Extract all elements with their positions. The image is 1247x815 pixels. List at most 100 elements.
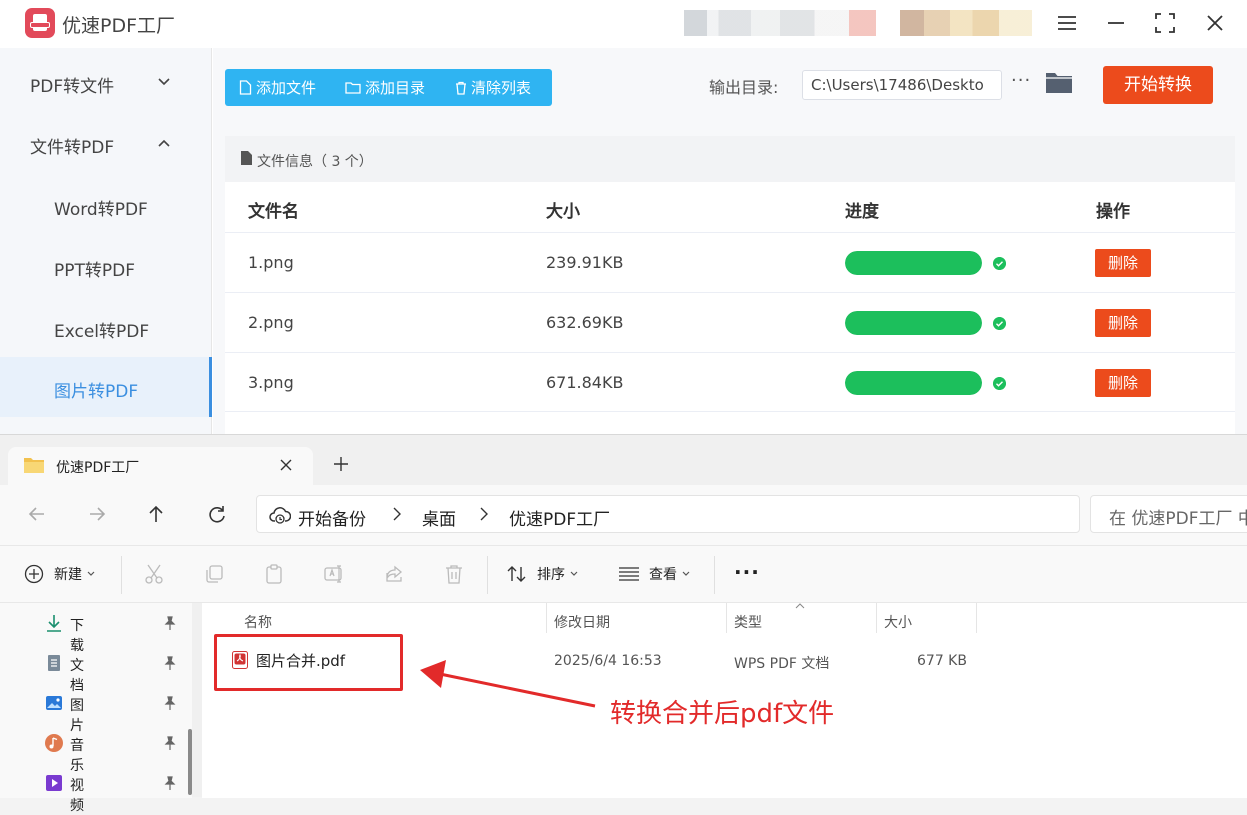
highlight-box — [214, 634, 403, 691]
share-icon[interactable] — [383, 563, 405, 585]
pin-icon[interactable] — [164, 616, 176, 630]
sidebar-item-excel-to-pdf[interactable]: Excel转PDF — [0, 298, 212, 358]
documents-icon — [48, 655, 60, 671]
blurred-user-info — [684, 10, 876, 36]
tab-title: 优速PDF工厂 — [56, 460, 140, 476]
scrollbar[interactable] — [188, 729, 192, 795]
delete-button[interactable]: 删除 — [1095, 249, 1151, 277]
pin-icon[interactable] — [164, 656, 176, 670]
column-header-size: 大小 — [546, 202, 580, 222]
rename-icon[interactable] — [323, 563, 345, 585]
file-size-cell: 671.84KB — [546, 373, 624, 392]
progress-fill — [845, 251, 982, 275]
add-directory-label: 添加目录 — [365, 79, 426, 97]
file-name-cell: 1.png — [248, 253, 294, 272]
divider — [714, 556, 715, 594]
column-header-size[interactable]: 大小 — [884, 612, 912, 632]
delete-icon[interactable] — [443, 563, 465, 585]
main-panel: 添加文件 添加目录 清除列表 输出目录: C:\Users\17486\Desk… — [213, 48, 1247, 440]
app-logo-icon — [25, 8, 55, 38]
converter-app-window: 优速PDF工厂 PDF转文件 文件转PDF Word转PDF PPT转PDF E… — [0, 0, 1247, 440]
sidebar-item-pdf-to-file[interactable]: PDF转文件 — [0, 54, 212, 114]
breadcrumb-desktop[interactable]: 桌面 — [422, 505, 456, 530]
close-icon[interactable] — [1200, 8, 1230, 38]
view-label: 查看 — [649, 567, 677, 583]
maximize-icon[interactable] — [1150, 8, 1180, 38]
sort-button[interactable]: 排序 — [506, 564, 579, 584]
pin-icon[interactable] — [164, 776, 176, 790]
delete-button[interactable]: 删除 — [1095, 309, 1151, 337]
chevron-down-icon — [158, 78, 170, 86]
new-button[interactable]: 新建 — [24, 564, 96, 584]
pin-icon[interactable] — [164, 696, 176, 710]
title-bar: 优速PDF工厂 — [0, 0, 1247, 48]
search-input[interactable]: 在 优速PDF工厂 中 — [1090, 495, 1247, 533]
file-size: 677 KB — [917, 653, 967, 669]
copy-icon[interactable] — [203, 563, 225, 585]
trash-icon — [456, 81, 466, 95]
column-header-modified[interactable]: 修改日期 — [554, 612, 610, 632]
address-bar[interactable]: 开始备份 桌面 优速PDF工厂 — [256, 495, 1080, 533]
forward-icon[interactable] — [86, 503, 108, 525]
view-button[interactable]: 查看 — [618, 564, 691, 584]
delete-button[interactable]: 删除 — [1095, 369, 1151, 397]
quick-access-label: 文档 — [70, 658, 84, 694]
annotation-label: 转换合并后pdf文件 — [610, 699, 835, 729]
check-circle-icon — [993, 257, 1006, 270]
menu-icon[interactable] — [1052, 8, 1082, 38]
check-circle-icon — [993, 377, 1006, 390]
column-header-name[interactable]: 名称 — [244, 612, 272, 632]
sidebar-item-word-to-pdf[interactable]: Word转PDF — [0, 176, 212, 236]
refresh-icon[interactable] — [206, 503, 228, 525]
breadcrumb-folder[interactable]: 优速PDF工厂 — [509, 505, 610, 530]
check-circle-icon — [993, 317, 1006, 330]
explorer-tab[interactable]: 优速PDF工厂 — [8, 447, 313, 485]
new-label: 新建 — [54, 567, 82, 583]
add-directory-button[interactable]: 添加目录 — [345, 69, 425, 106]
breadcrumb-backup[interactable]: 开始备份 — [298, 505, 366, 530]
clear-list-button[interactable]: 清除列表 — [455, 69, 531, 106]
progress-fill — [845, 371, 982, 395]
cut-icon[interactable] — [143, 563, 165, 585]
sidebar-item-ppt-to-pdf[interactable]: PPT转PDF — [0, 237, 212, 297]
output-directory-field[interactable]: C:\Users\17486\Deskto — [802, 70, 1002, 100]
chevron-right-icon — [480, 507, 488, 521]
quick-access-label: 视频 — [70, 778, 84, 814]
file-modified-date: 2025/6/4 16:53 — [554, 653, 662, 669]
minimize-icon[interactable] — [1101, 8, 1131, 38]
file-name-cell: 3.png — [248, 373, 294, 392]
sidebar-item-image-to-pdf[interactable]: 图片转PDF — [0, 357, 212, 417]
up-icon[interactable] — [145, 503, 167, 525]
pin-icon[interactable] — [164, 736, 176, 750]
quick-access-label: 图片 — [70, 698, 84, 734]
column-header-type[interactable]: 类型 — [734, 612, 762, 632]
new-tab-icon[interactable] — [332, 455, 350, 473]
start-convert-button[interactable]: 开始转换 — [1103, 66, 1213, 104]
file-name-cell: 2.png — [248, 313, 294, 332]
divider — [726, 603, 727, 633]
divider — [976, 603, 977, 633]
close-tab-icon[interactable] — [278, 457, 294, 473]
paste-icon[interactable] — [263, 563, 285, 585]
add-file-button[interactable]: 添加文件 — [239, 69, 316, 106]
column-header-progress: 进度 — [845, 202, 879, 222]
sidebar-item-file-to-pdf[interactable]: 文件转PDF — [0, 115, 212, 175]
table-row: 1.png 239.91KB 删除 — [225, 232, 1235, 292]
back-icon[interactable] — [26, 503, 48, 525]
browse-more-button[interactable]: ··· — [1011, 70, 1031, 91]
column-header-filename: 文件名 — [248, 202, 299, 222]
open-folder-icon[interactable] — [1045, 70, 1073, 94]
download-icon — [47, 615, 61, 632]
sidebar-item-label: 图片转PDF — [54, 382, 139, 402]
command-bar: 新建 排序 查看 ··· — [0, 545, 1247, 603]
music-icon — [45, 734, 63, 752]
file-size-cell: 632.69KB — [546, 313, 624, 332]
progress-fill — [845, 311, 982, 335]
more-options-button[interactable]: ··· — [734, 560, 760, 584]
progress-bar — [845, 251, 982, 275]
sort-label: 排序 — [537, 567, 565, 583]
sidebar-item-label: Excel转PDF — [54, 322, 150, 342]
view-list-icon — [619, 567, 639, 581]
folder-icon — [24, 458, 44, 473]
quick-access-label: 音乐 — [70, 738, 84, 774]
